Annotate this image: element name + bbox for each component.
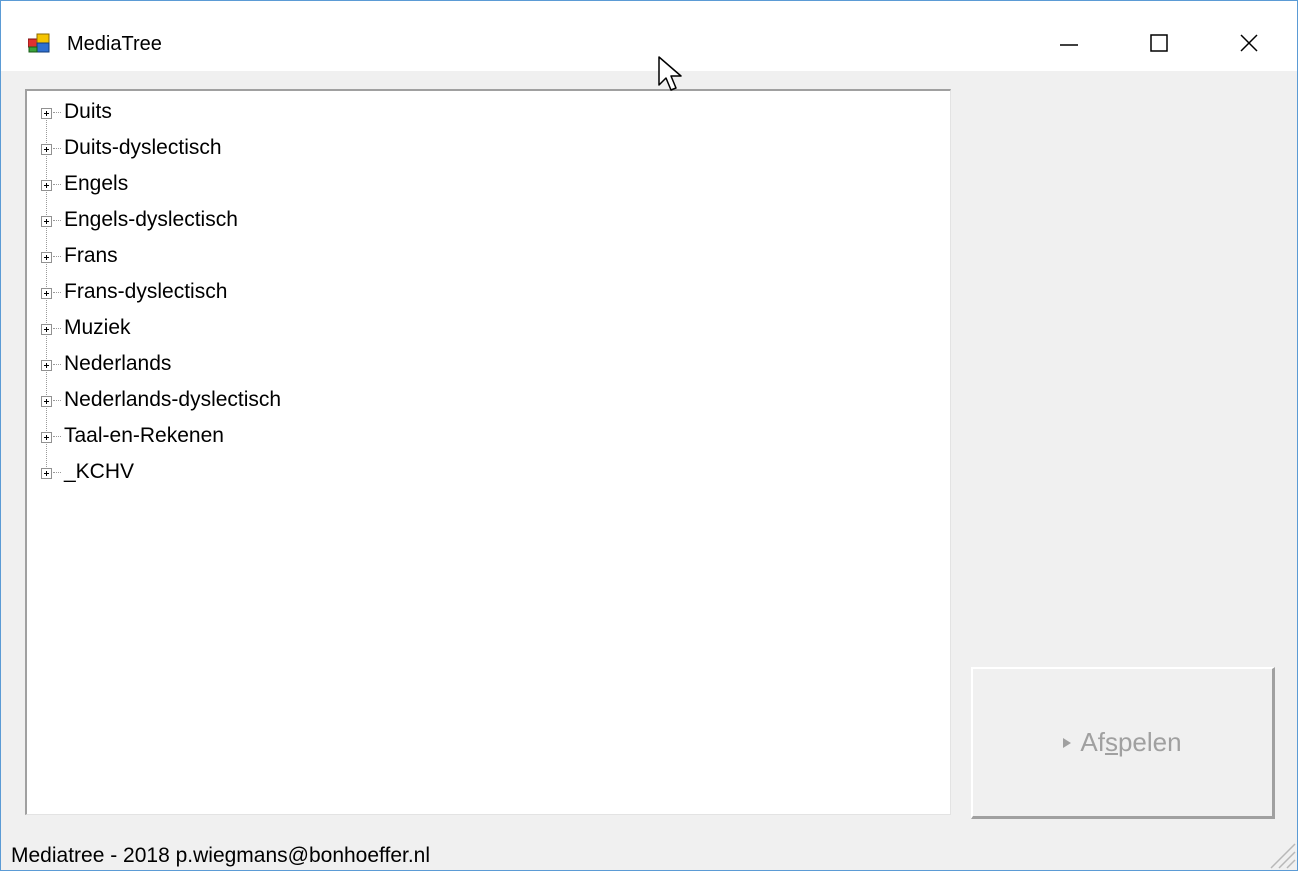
minimize-button[interactable]	[1024, 15, 1114, 71]
tree-node-label[interactable]: Engels-dyslectisch	[64, 208, 238, 232]
expand-plus-icon[interactable]	[41, 143, 52, 155]
media-tree-view[interactable]: Duits Duits-dyslectisch Engels Engels-dy…	[25, 89, 951, 815]
maximize-button[interactable]	[1114, 15, 1204, 71]
minimize-icon	[1060, 44, 1078, 46]
tree-node[interactable]: Nederlands-dyslectisch	[41, 382, 281, 418]
expand-plus-icon[interactable]	[41, 323, 52, 335]
expand-plus-icon[interactable]	[41, 431, 52, 443]
tree-node-label[interactable]: Muziek	[64, 316, 131, 340]
tree-node[interactable]: Engels	[41, 166, 128, 202]
expand-plus-icon[interactable]	[41, 395, 52, 407]
close-icon	[1240, 34, 1258, 52]
tree-node-label[interactable]: Duits-dyslectisch	[64, 136, 222, 160]
tree-node-label[interactable]: Engels	[64, 172, 128, 196]
tree-node[interactable]: Duits	[41, 94, 112, 130]
tree-node[interactable]: Muziek	[41, 310, 131, 346]
expand-plus-icon[interactable]	[41, 359, 52, 371]
expand-plus-icon[interactable]	[41, 107, 52, 119]
tree-node[interactable]: Frans-dyslectisch	[41, 274, 227, 310]
tree-node[interactable]: Duits-dyslectisch	[41, 130, 222, 166]
tree-node-label[interactable]: Nederlands	[64, 352, 171, 376]
mouse-pointer-icon	[658, 56, 682, 91]
expand-plus-icon[interactable]	[41, 215, 52, 227]
tree-node-label[interactable]: _KCHV	[64, 460, 134, 484]
tree-connector	[53, 328, 61, 330]
tree-node[interactable]: Engels-dyslectisch	[41, 202, 238, 238]
tree-node[interactable]: Nederlands	[41, 346, 171, 382]
play-label-end: pelen	[1117, 727, 1182, 757]
expand-plus-icon[interactable]	[41, 287, 52, 299]
play-button-label: Afspelen	[1080, 727, 1181, 758]
play-label-mnemonic: s	[1104, 727, 1118, 757]
tree-connector	[53, 436, 61, 438]
expand-plus-icon[interactable]	[41, 467, 52, 479]
resize-grip-icon[interactable]	[1261, 834, 1297, 870]
tree-connector	[53, 292, 61, 294]
play-icon	[1063, 737, 1072, 748]
close-button[interactable]	[1204, 15, 1294, 71]
maximize-icon	[1150, 34, 1168, 52]
tree-connector	[53, 400, 61, 402]
tree-node-label[interactable]: Nederlands-dyslectisch	[64, 388, 281, 412]
tree-connector	[53, 220, 61, 222]
expand-plus-icon[interactable]	[41, 179, 52, 191]
tree-connector	[53, 148, 61, 150]
tree-connector	[53, 112, 61, 114]
play-label-start: Af	[1080, 727, 1105, 757]
main-window: MediaTree Duits Duits-dyslectisch Engels…	[0, 0, 1298, 871]
tree-connector	[53, 256, 61, 258]
tree-connector	[53, 364, 61, 366]
tree-node-label[interactable]: Duits	[64, 100, 112, 124]
tree-node-label[interactable]: Taal-en-Rekenen	[64, 424, 224, 448]
tree-node[interactable]: Taal-en-Rekenen	[41, 418, 224, 454]
title-bar[interactable]: MediaTree	[1, 1, 1297, 71]
play-button[interactable]: Afspelen	[971, 667, 1275, 819]
tree-node[interactable]: Frans	[41, 238, 118, 274]
status-label: Mediatree - 2018 p.wiegmans@bonhoeffer.n…	[11, 844, 431, 867]
tree-connector	[53, 472, 61, 474]
tree-node[interactable]: _KCHV	[41, 454, 134, 490]
tree-node-label[interactable]: Frans-dyslectisch	[64, 280, 227, 304]
expand-plus-icon[interactable]	[41, 251, 52, 263]
tree-node-label[interactable]: Frans	[64, 244, 118, 268]
windows-forms-app-icon	[28, 33, 50, 53]
tree-connector	[53, 184, 61, 186]
window-title: MediaTree	[67, 33, 162, 55]
